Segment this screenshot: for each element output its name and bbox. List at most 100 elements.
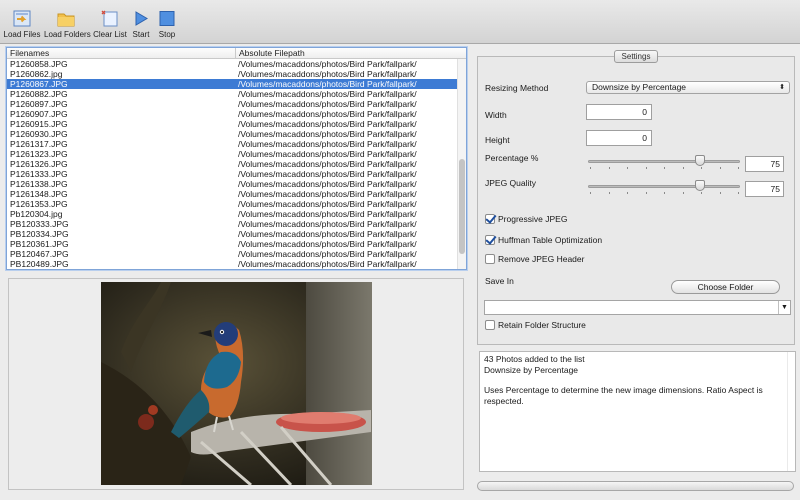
huffman-checkbox[interactable]: Huffman Table Optimization <box>485 235 602 246</box>
stop-label: Stop <box>158 30 176 39</box>
clear-list-button[interactable]: Clear List <box>92 3 128 41</box>
filename-cell: P1261317.JPG <box>10 139 68 149</box>
log-output[interactable]: 43 Photos added to the list Downsize by … <box>479 351 796 472</box>
toolbar: Load Files Load Folders Clear List Start… <box>0 0 800 44</box>
table-row[interactable]: PB120361.JPG/Volumes/macaddons/photos/Bi… <box>7 239 458 249</box>
filename-cell: P1261326.JPG <box>10 159 68 169</box>
percentage-label: Percentage % <box>485 153 539 163</box>
table-row[interactable]: P1261317.JPG/Volumes/macaddons/photos/Bi… <box>7 139 458 149</box>
table-row[interactable]: P1260907.JPG/Volumes/macaddons/photos/Bi… <box>7 109 458 119</box>
filepath-cell: /Volumes/macaddons/photos/Bird Park/fall… <box>238 149 417 159</box>
jpeg-quality-slider[interactable] <box>588 180 740 194</box>
table-row[interactable]: P1261323.JPG/Volumes/macaddons/photos/Bi… <box>7 149 458 159</box>
play-icon <box>135 11 148 26</box>
checkbox-box[interactable] <box>485 320 495 330</box>
start-button[interactable]: Start <box>130 3 152 41</box>
percentage-value-field[interactable]: 75 <box>745 156 784 172</box>
filename-cell: P1261323.JPG <box>10 149 68 159</box>
folder-icon <box>57 13 75 27</box>
slider-knob[interactable] <box>694 180 705 191</box>
retain-structure-checkbox[interactable]: Retain Folder Structure <box>485 320 586 331</box>
table-row[interactable]: P1261348.JPG/Volumes/macaddons/photos/Bi… <box>7 189 458 199</box>
filepath-cell: /Volumes/macaddons/photos/Bird Park/fall… <box>238 99 417 109</box>
clear-list-label: Clear List <box>93 30 127 39</box>
select-arrows-icon: ⬍ <box>779 84 785 91</box>
slider-tick <box>608 192 610 194</box>
table-row[interactable]: P1260867.JPG/Volumes/macaddons/photos/Bi… <box>7 79 458 89</box>
column-header-filenames[interactable]: Filenames <box>10 48 49 59</box>
slider-tick <box>590 167 591 169</box>
table-row[interactable]: P1261353.JPG/Volumes/macaddons/photos/Bi… <box>7 199 458 209</box>
table-row[interactable]: PB120489.JPG/Volumes/macaddons/photos/Bi… <box>7 259 458 269</box>
save-folder-combo[interactable]: ▼ <box>484 300 791 315</box>
filepath-cell: /Volumes/macaddons/photos/Bird Park/fall… <box>238 129 417 139</box>
table-row[interactable]: PB120333.JPG/Volumes/macaddons/photos/Bi… <box>7 219 458 229</box>
jpeg-quality-label: JPEG Quality <box>485 178 537 188</box>
slider-tick <box>719 192 721 194</box>
table-row[interactable]: P1260930.JPG/Volumes/macaddons/photos/Bi… <box>7 129 458 139</box>
table-row[interactable]: P1260915.JPG/Volumes/macaddons/photos/Bi… <box>7 119 458 129</box>
filename-cell: P1260862.jpg <box>10 69 63 79</box>
filename-cell: P1261348.JPG <box>10 189 68 199</box>
progressive-jpeg-label: Progressive JPEG <box>498 214 568 224</box>
resizing-method-value: Downsize by Percentage <box>592 82 687 92</box>
log-scrollbar[interactable] <box>787 352 795 471</box>
save-in-label: Save In <box>485 276 514 286</box>
log-line: Downsize by Percentage <box>484 364 579 375</box>
huffman-label: Huffman Table Optimization <box>498 235 603 245</box>
filename-cell: PB120361.JPG <box>10 239 69 249</box>
filepath-cell: /Volumes/macaddons/photos/Bird Park/fall… <box>238 139 417 149</box>
table-row[interactable]: Pb120304.jpg/Volumes/macaddons/photos/Bi… <box>7 209 458 219</box>
table-row[interactable]: PB120334.JPG/Volumes/macaddons/photos/Bi… <box>7 229 458 239</box>
slider-ticks <box>590 192 739 194</box>
table-row[interactable]: P1261333.JPG/Volumes/macaddons/photos/Bi… <box>7 169 458 179</box>
table-row[interactable]: P1260882.JPG/Volumes/macaddons/photos/Bi… <box>7 89 458 99</box>
resizing-method-label: Resizing Method <box>485 83 549 93</box>
slider-tick <box>627 167 628 169</box>
checkbox-box[interactable] <box>485 235 495 245</box>
image-preview <box>8 278 464 490</box>
slider-tick <box>738 192 739 194</box>
table-row[interactable]: P1261338.JPG/Volumes/macaddons/photos/Bi… <box>7 179 458 189</box>
tab-settings[interactable]: Settings <box>614 50 658 63</box>
filename-cell: PB120334.JPG <box>10 229 69 239</box>
stop-button[interactable]: Stop <box>156 3 178 41</box>
slider-tick <box>645 192 647 194</box>
load-files-label: Load Files <box>3 30 41 39</box>
percentage-slider[interactable] <box>588 155 740 169</box>
retain-structure-label: Retain Folder Structure <box>498 320 586 330</box>
progressive-jpeg-checkbox[interactable]: Progressive JPEG <box>485 214 567 225</box>
table-row[interactable]: P1260858.JPG/Volumes/macaddons/photos/Bi… <box>7 59 458 69</box>
table-row[interactable]: P1260897.JPG/Volumes/macaddons/photos/Bi… <box>7 99 458 109</box>
resizing-method-select[interactable]: Downsize by Percentage ⬍ <box>586 81 790 94</box>
checkbox-box[interactable] <box>485 214 495 224</box>
load-files-button[interactable]: Load Files <box>2 3 42 41</box>
checkbox-box[interactable] <box>485 254 495 264</box>
filepath-cell: /Volumes/macaddons/photos/Bird Park/fall… <box>238 249 417 259</box>
width-field[interactable]: 0 <box>586 104 652 120</box>
slider-tick <box>664 167 665 169</box>
slider-tick <box>590 192 591 194</box>
table-scrollbar[interactable] <box>457 59 466 269</box>
filepath-cell: /Volumes/macaddons/photos/Bird Park/fall… <box>238 89 417 99</box>
file-table[interactable]: Filenames Absolute Filepath P1260858.JPG… <box>6 47 467 270</box>
filename-cell: P1260867.JPG <box>10 79 68 89</box>
height-field[interactable]: 0 <box>586 130 652 146</box>
load-files-icon <box>13 10 31 27</box>
slider-tick <box>738 167 739 169</box>
load-folders-button[interactable]: Load Folders <box>44 3 91 41</box>
table-row[interactable]: PB120467.JPG/Volumes/macaddons/photos/Bi… <box>7 249 458 259</box>
filepath-cell: /Volumes/macaddons/photos/Bird Park/fall… <box>238 199 417 209</box>
table-row[interactable]: P1260862.jpg/Volumes/macaddons/photos/Bi… <box>7 69 458 79</box>
jpeg-quality-value-field[interactable]: 75 <box>745 181 784 197</box>
filename-cell: P1260882.JPG <box>10 89 68 99</box>
slider-knob[interactable] <box>694 155 705 166</box>
choose-folder-button[interactable]: Choose Folder <box>671 280 780 294</box>
table-row[interactable]: P1261326.JPG/Volumes/macaddons/photos/Bi… <box>7 159 458 169</box>
scrollbar-thumb[interactable] <box>459 159 465 254</box>
chevron-down-icon[interactable]: ▼ <box>778 301 790 314</box>
column-header-filepath[interactable]: Absolute Filepath <box>235 48 305 59</box>
remove-jpeg-header-checkbox[interactable]: Remove JPEG Header <box>485 254 584 265</box>
filename-cell: P1261333.JPG <box>10 169 68 179</box>
filepath-cell: /Volumes/macaddons/photos/Bird Park/fall… <box>238 79 417 89</box>
